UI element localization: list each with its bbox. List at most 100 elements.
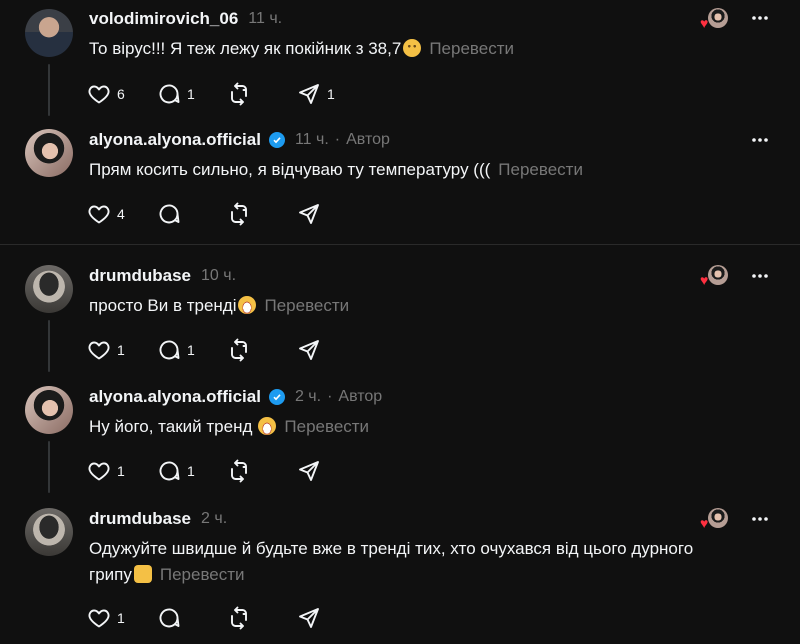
share-icon <box>299 84 319 104</box>
heart-icon <box>88 85 110 104</box>
timestamp[interactable]: 2 ч. <box>201 510 227 528</box>
repost-button[interactable] <box>227 338 297 362</box>
post-text: То вірус!!! Я теж лежу як покійник з 38,… <box>89 36 769 62</box>
liked-by-author-icon[interactable]: ♥ <box>700 8 728 30</box>
repost-button[interactable] <box>227 459 297 483</box>
translate-link[interactable]: Перевести <box>160 565 245 584</box>
avatar[interactable] <box>25 129 73 177</box>
separator-dot: · <box>327 388 333 405</box>
like-button[interactable]: 6 <box>87 82 157 106</box>
reply-button[interactable] <box>157 606 227 630</box>
repost-icon <box>231 338 247 362</box>
reply-button[interactable] <box>157 202 227 226</box>
post-text: Ну його, такий тренд Перевести <box>89 414 769 440</box>
timestamp[interactable]: 10 ч. <box>201 267 236 285</box>
post-text-content: просто Ви в тренді <box>89 296 237 315</box>
like-button[interactable]: 4 <box>87 202 157 226</box>
avatar[interactable] <box>25 265 73 313</box>
verified-icon <box>268 389 285 405</box>
like-count: 1 <box>117 342 125 358</box>
heart-icon <box>88 341 110 360</box>
more-icon[interactable] <box>750 130 770 150</box>
action-bar: 4 <box>87 201 367 227</box>
reply-count: 1 <box>187 463 195 479</box>
repost-icon <box>231 459 247 483</box>
share-button[interactable] <box>297 606 367 630</box>
like-button[interactable]: 1 <box>87 606 157 630</box>
share-icon <box>299 340 319 360</box>
post-header: volodimirovich_06 11 ч. <box>89 7 282 31</box>
action-bar: 1 1 <box>87 337 367 363</box>
reply-count: 1 <box>187 342 195 358</box>
repost-button[interactable] <box>227 202 297 226</box>
post-text: Прям косить сильно, я відчуваю ту темпер… <box>89 157 769 183</box>
post-text-content: То вірус!!! Я теж лежу як покійник з 38,… <box>89 39 402 58</box>
repost-icon <box>231 606 247 630</box>
more-icon[interactable] <box>750 8 770 28</box>
handshake-emoji <box>133 565 152 583</box>
timestamp[interactable]: 11 ч. <box>295 131 329 149</box>
translate-link[interactable]: Перевести <box>264 296 349 315</box>
comment-icon <box>159 608 180 628</box>
author-badge: Автор <box>346 131 390 148</box>
avatar[interactable] <box>25 386 73 434</box>
username[interactable]: volodimirovich_06 <box>89 9 238 29</box>
avatar[interactable] <box>25 9 73 57</box>
action-bar: 1 <box>87 605 367 631</box>
comment-icon <box>159 461 180 481</box>
like-button[interactable]: 1 <box>87 338 157 362</box>
post-text-line-1: Одужуйте швидше й будьте вже в тренді ти… <box>89 539 694 558</box>
thread-line <box>48 441 50 493</box>
post-text-line-2: грипу <box>89 565 132 584</box>
repost-icon <box>231 82 247 106</box>
like-count: 4 <box>117 206 125 222</box>
comment-icon <box>159 84 180 104</box>
post-text: просто Ви в тренді Перевести <box>89 293 769 319</box>
share-button[interactable]: 1 <box>297 82 367 106</box>
share-button[interactable] <box>297 202 367 226</box>
timestamp[interactable]: 11 ч. <box>248 10 282 28</box>
more-icon[interactable] <box>750 266 770 286</box>
repost-button[interactable] <box>227 606 297 630</box>
liked-by-author-icon[interactable]: ♥ <box>700 265 728 287</box>
action-bar: 6 1 1 <box>87 81 367 107</box>
share-icon <box>299 461 319 481</box>
reply-button[interactable]: 1 <box>157 338 227 362</box>
translate-link[interactable]: Перевести <box>498 160 583 179</box>
comment-icon <box>159 340 180 360</box>
share-count: 1 <box>327 86 335 102</box>
separator-dot: · <box>334 131 341 148</box>
translate-link[interactable]: Перевести <box>284 417 369 436</box>
more-icon[interactable] <box>750 509 770 529</box>
like-button[interactable]: 1 <box>87 459 157 483</box>
sick-face-emoji <box>403 39 422 57</box>
thread-line <box>48 64 50 116</box>
share-icon <box>299 608 319 628</box>
avatar[interactable] <box>25 508 73 556</box>
timestamp[interactable]: 2 ч. <box>295 388 321 406</box>
translate-link[interactable]: Перевести <box>429 39 514 58</box>
like-count: 1 <box>117 610 125 626</box>
repost-button[interactable] <box>227 82 297 106</box>
grin-emoji <box>238 296 257 314</box>
share-icon <box>299 204 319 224</box>
reply-button[interactable]: 1 <box>157 82 227 106</box>
heart-icon <box>88 205 110 224</box>
grin-emoji <box>258 417 277 435</box>
username[interactable]: drumdubase <box>89 509 191 529</box>
author-badge: Автор <box>338 388 383 405</box>
reply-button[interactable]: 1 <box>157 459 227 483</box>
heart-icon <box>88 462 110 481</box>
username[interactable]: alyona.alyona.official <box>89 130 261 150</box>
like-count: 6 <box>117 86 125 102</box>
post-header: drumdubase 10 ч. <box>89 264 236 288</box>
username[interactable]: alyona.alyona.official <box>89 387 261 407</box>
repost-icon <box>231 202 247 226</box>
share-button[interactable] <box>297 338 367 362</box>
reply-count: 1 <box>187 86 195 102</box>
username[interactable]: drumdubase <box>89 266 191 286</box>
share-button[interactable] <box>297 459 367 483</box>
liked-by-author-icon[interactable]: ♥ <box>700 508 728 530</box>
post-text-content: Прям косить сильно, я відчуваю ту темпер… <box>89 160 491 179</box>
verified-icon <box>268 132 285 148</box>
